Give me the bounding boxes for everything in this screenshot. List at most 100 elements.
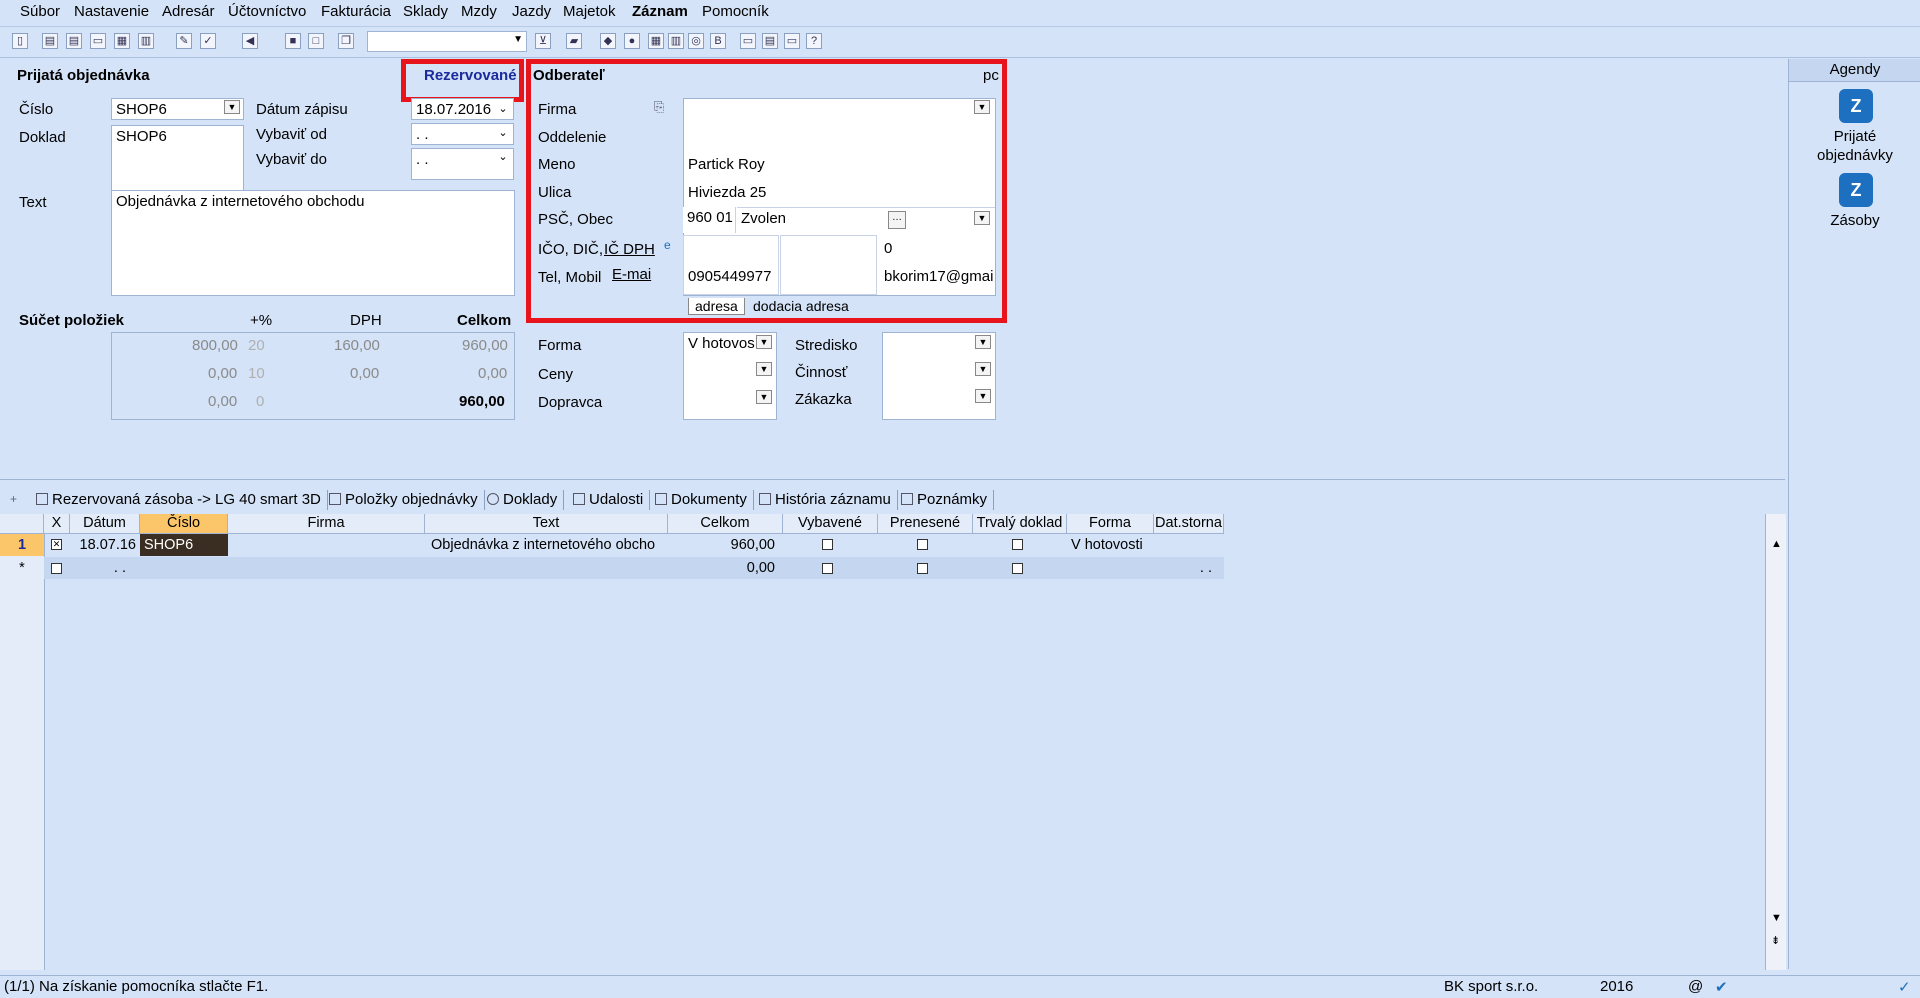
header-dat-storna[interactable]: Dat.storna — [1154, 514, 1224, 534]
new-record-icon[interactable]: ✎ — [176, 33, 192, 49]
cinnost-dropdown[interactable]: ▼ — [975, 362, 991, 376]
preview-icon[interactable]: ▭ — [90, 33, 106, 49]
menu-subor[interactable]: Súbor — [20, 3, 60, 20]
vybavit-od-chevron-icon[interactable]: ⌄ — [495, 127, 511, 141]
vybavit-do-chevron-icon[interactable]: ⌄ — [495, 151, 511, 165]
menu-fakturacia[interactable]: Fakturácia — [321, 3, 391, 20]
new-row[interactable] — [44, 557, 1224, 579]
row-cislo[interactable]: SHOP6 — [140, 534, 228, 556]
header-vybavene[interactable]: Vybavené — [783, 514, 878, 534]
obec-lookup-button[interactable]: … — [888, 211, 906, 229]
tab-dokumenty[interactable]: Dokumenty — [653, 490, 754, 510]
header-datum[interactable]: Dátum — [70, 514, 140, 534]
zakazka-dropdown[interactable]: ▼ — [975, 389, 991, 403]
coins-icon[interactable]: ◎ — [688, 33, 704, 49]
menu-zaznam[interactable]: Záznam — [632, 3, 688, 20]
header-cislo[interactable]: Číslo — [140, 514, 228, 534]
header-forma[interactable]: Forma — [1067, 514, 1154, 534]
menu-uctovnictvo[interactable]: Účtovníctvo — [228, 3, 306, 20]
new-row-storna[interactable]: . . — [1154, 557, 1224, 579]
email-value[interactable]: bkorim17@gmai — [884, 268, 993, 285]
tab-polozky-objednavky[interactable]: Položky objednávky — [327, 490, 485, 510]
scroll-up-icon[interactable]: ▲ — [1771, 538, 1782, 550]
send-icon[interactable]: ▥ — [138, 33, 154, 49]
ulica-value[interactable]: Hiviezda 25 — [688, 184, 766, 201]
tab-doklady[interactable]: Doklady — [485, 490, 565, 510]
web-icon[interactable]: ● — [624, 33, 640, 49]
tab-dodacia-adresa[interactable]: dodacia adresa — [747, 298, 855, 314]
menu-sklady[interactable]: Sklady — [403, 3, 448, 20]
psc-field[interactable]: 960 01 — [683, 207, 736, 233]
row-trvaly-checkbox[interactable] — [1012, 539, 1023, 550]
header-trvaly-doklad[interactable]: Trvalý doklad — [973, 514, 1067, 534]
dopravca-dropdown[interactable]: ▼ — [756, 390, 772, 404]
back-icon[interactable]: ◀ — [242, 33, 258, 49]
cancel-icon[interactable]: □ — [308, 33, 324, 49]
menu-nastavenie[interactable]: Nastavenie — [74, 3, 149, 20]
meno-value[interactable]: Partick Roy — [688, 156, 765, 173]
new-row-marker[interactable]: * — [0, 557, 44, 579]
new-row-prenesene-checkbox[interactable] — [917, 563, 928, 574]
list-icon[interactable]: ▤ — [762, 33, 778, 49]
tab-udalosti[interactable]: Udalosti — [571, 490, 651, 510]
window-icon[interactable]: ▭ — [740, 33, 756, 49]
link-icon[interactable]: ◆ — [600, 33, 616, 49]
new-row-trvaly-checkbox[interactable] — [1012, 563, 1023, 574]
row-text[interactable]: Objednávka z internetového obcho — [425, 534, 668, 556]
stredisko-dropdown[interactable]: ▼ — [975, 335, 991, 349]
text-area[interactable]: Objednávka z internetového obchodu — [111, 190, 515, 296]
prijate-objednavky-icon[interactable]: Z — [1839, 89, 1873, 123]
row-number[interactable]: 1 — [0, 534, 44, 556]
row-celkom[interactable]: 960,00 — [668, 534, 783, 556]
obec-field[interactable]: Zvolen — [737, 207, 995, 233]
status-at[interactable]: @ — [1688, 978, 1703, 995]
header-celkom[interactable]: Celkom — [668, 514, 783, 534]
row-forma[interactable]: V hotovosti — [1067, 534, 1187, 556]
calculator-icon[interactable]: ▦ — [648, 33, 664, 49]
help-icon[interactable]: ? — [806, 33, 822, 49]
tel-value[interactable]: 0905449977 — [688, 268, 771, 285]
new-row-select-checkbox[interactable] — [51, 563, 62, 574]
tab-poznamky[interactable]: Poznámky — [899, 490, 995, 510]
obec-dropdown[interactable]: ▼ — [974, 211, 990, 225]
email-link[interactable]: E-mai — [612, 266, 651, 283]
check-icon[interactable]: ✔ — [1715, 978, 1728, 996]
menu-majetok[interactable]: Majetok — [563, 3, 616, 20]
row-datum[interactable]: 18.07.16 — [70, 534, 140, 556]
header-text[interactable]: Text — [425, 514, 668, 534]
folder-icon[interactable]: ▰ — [566, 33, 582, 49]
ie-icon[interactable]: e — [664, 238, 671, 252]
icdph-link[interactable]: IČ DPH — [604, 241, 655, 258]
monitor-icon[interactable]: ▭ — [784, 33, 800, 49]
ban-icon[interactable]: B — [710, 33, 726, 49]
dic-field[interactable] — [780, 235, 877, 295]
new-row-celkom[interactable]: 0,00 — [668, 557, 783, 579]
row-firma[interactable] — [228, 534, 425, 556]
grid-scrollbar[interactable]: ▲ ▼ ⇟ — [1765, 514, 1786, 970]
row-prenesene-checkbox[interactable] — [917, 539, 928, 550]
header-firma[interactable]: Firma — [228, 514, 425, 534]
menu-jazdy[interactable]: Jazdy — [512, 3, 551, 20]
copy-icon[interactable]: ❐ — [338, 33, 354, 49]
new-row-datum[interactable]: . . — [70, 557, 140, 579]
forma-dropdown[interactable]: ▼ — [756, 335, 772, 349]
print-setup-icon[interactable]: ▤ — [42, 33, 58, 49]
filter-combo[interactable]: ▼ — [367, 31, 527, 52]
menu-pomocnik[interactable]: Pomocník — [702, 3, 769, 20]
address-book-icon[interactable]: ⎘ — [654, 99, 664, 115]
row-select-checkbox[interactable]: ✕ — [51, 539, 62, 550]
new-row-vybavene-checkbox[interactable] — [822, 563, 833, 574]
header-x[interactable]: X — [44, 514, 70, 534]
agenda-zasoby[interactable]: Zásoby — [1789, 211, 1920, 230]
edit-icon[interactable]: ✓ — [200, 33, 216, 49]
ceny-dropdown[interactable]: ▼ — [756, 362, 772, 376]
menu-adresar[interactable]: Adresár — [162, 3, 215, 20]
row-vybavene-checkbox[interactable] — [822, 539, 833, 550]
header-prenesene[interactable]: Prenesené — [878, 514, 973, 534]
tab-adresa[interactable]: adresa — [688, 298, 745, 315]
calendar-icon[interactable]: ▥ — [668, 33, 684, 49]
print-icon[interactable]: ▤ — [66, 33, 82, 49]
firma-dropdown[interactable]: ▼ — [974, 100, 990, 114]
pin-icon[interactable]: + — [10, 492, 17, 506]
agenda-prijate-objednavky[interactable]: Prijaté objednávky — [1789, 127, 1920, 165]
